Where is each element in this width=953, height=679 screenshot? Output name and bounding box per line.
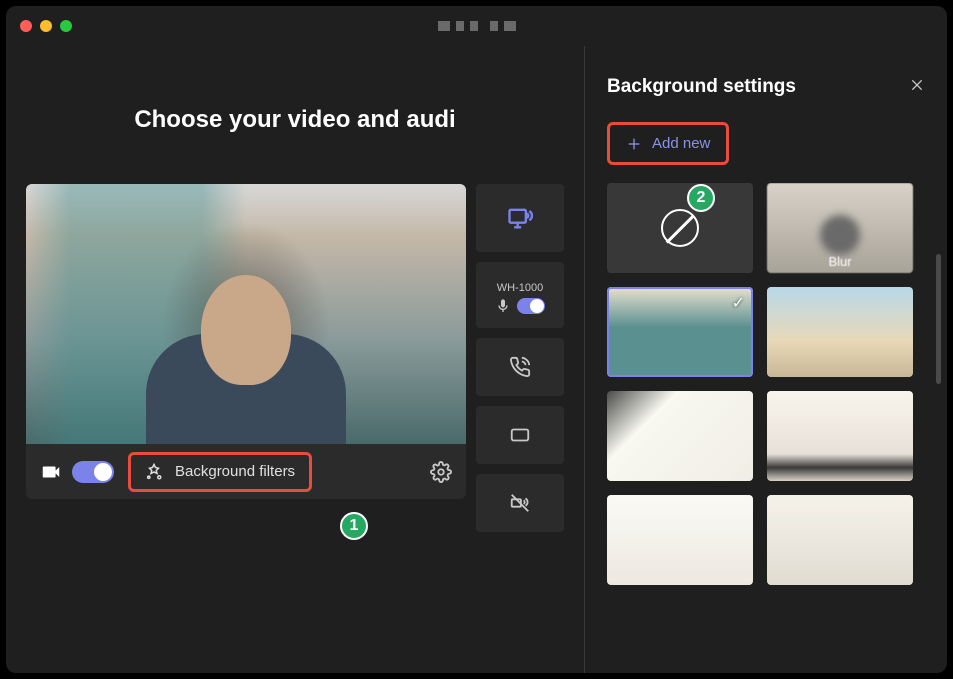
window-controls: [20, 20, 72, 32]
room-audio-icon: [509, 424, 531, 446]
add-new-label: Add new: [652, 135, 710, 152]
pre-join-pane: Choose your video and audi Background fi…: [6, 46, 584, 673]
background-tile-blur[interactable]: Blur: [767, 183, 913, 273]
phone-audio-button[interactable]: [476, 338, 564, 396]
background-grid: Blur ✓: [607, 183, 913, 585]
check-icon: ✓: [732, 293, 745, 313]
background-grid-scroll[interactable]: Blur ✓: [607, 183, 925, 643]
audio-options-column: WH-1000: [476, 184, 564, 532]
no-audio-button[interactable]: [476, 474, 564, 532]
annotation-badge-2: 2: [687, 184, 715, 212]
panel-header: Background settings: [607, 76, 925, 98]
none-icon: [661, 209, 699, 247]
microphone-toggle[interactable]: [517, 298, 545, 314]
settings-button[interactable]: [430, 461, 452, 483]
computer-audio-button[interactable]: [476, 184, 564, 252]
panel-title: Background settings: [607, 76, 796, 98]
background-tile-room-mirror[interactable]: [767, 391, 913, 481]
video-toolbar: Background filters: [26, 444, 466, 499]
background-tile-beach[interactable]: [767, 287, 913, 377]
audio-device-selector[interactable]: WH-1000: [476, 262, 564, 328]
blur-label: Blur: [828, 254, 851, 269]
background-effects-icon: [145, 463, 163, 481]
background-tile-none[interactable]: [607, 183, 753, 273]
computer-audio-icon: [506, 204, 534, 232]
audio-device-label: WH-1000: [497, 282, 543, 294]
room-audio-button[interactable]: [476, 406, 564, 464]
background-filters-button[interactable]: Background filters: [128, 452, 312, 492]
plus-icon: [626, 136, 642, 152]
setup-row: Background filters WH-1000: [26, 184, 564, 532]
title-placeholder: [438, 21, 516, 31]
camera-icon: [40, 461, 62, 483]
microphone-icon: [495, 298, 511, 314]
minimize-window-button[interactable]: [40, 20, 52, 32]
video-column: Background filters: [26, 184, 466, 532]
video-preview: [26, 184, 466, 444]
add-new-background-button[interactable]: Add new: [607, 122, 729, 165]
content-area: Choose your video and audi Background fi…: [6, 46, 947, 673]
annotation-badge-1: 1: [340, 512, 368, 540]
background-filters-label: Background filters: [175, 463, 295, 480]
background-tile-office[interactable]: ✓: [607, 287, 753, 377]
maximize-window-button[interactable]: [60, 20, 72, 32]
close-icon: [909, 77, 925, 93]
titlebar: [6, 6, 947, 46]
close-window-button[interactable]: [20, 20, 32, 32]
close-panel-button[interactable]: [909, 77, 925, 98]
no-audio-icon: [509, 492, 531, 514]
background-tile-room-window[interactable]: [607, 391, 753, 481]
background-tile-minimal-1[interactable]: [607, 495, 753, 585]
camera-toggle[interactable]: [72, 461, 114, 483]
background-tile-minimal-2[interactable]: [767, 495, 913, 585]
app-window: Choose your video and audi Background fi…: [6, 6, 947, 673]
background-settings-panel: Background settings Add new Blur: [584, 46, 947, 673]
phone-audio-icon: [509, 356, 531, 378]
page-heading: Choose your video and audi: [134, 106, 455, 134]
scrollbar[interactable]: [936, 254, 941, 384]
